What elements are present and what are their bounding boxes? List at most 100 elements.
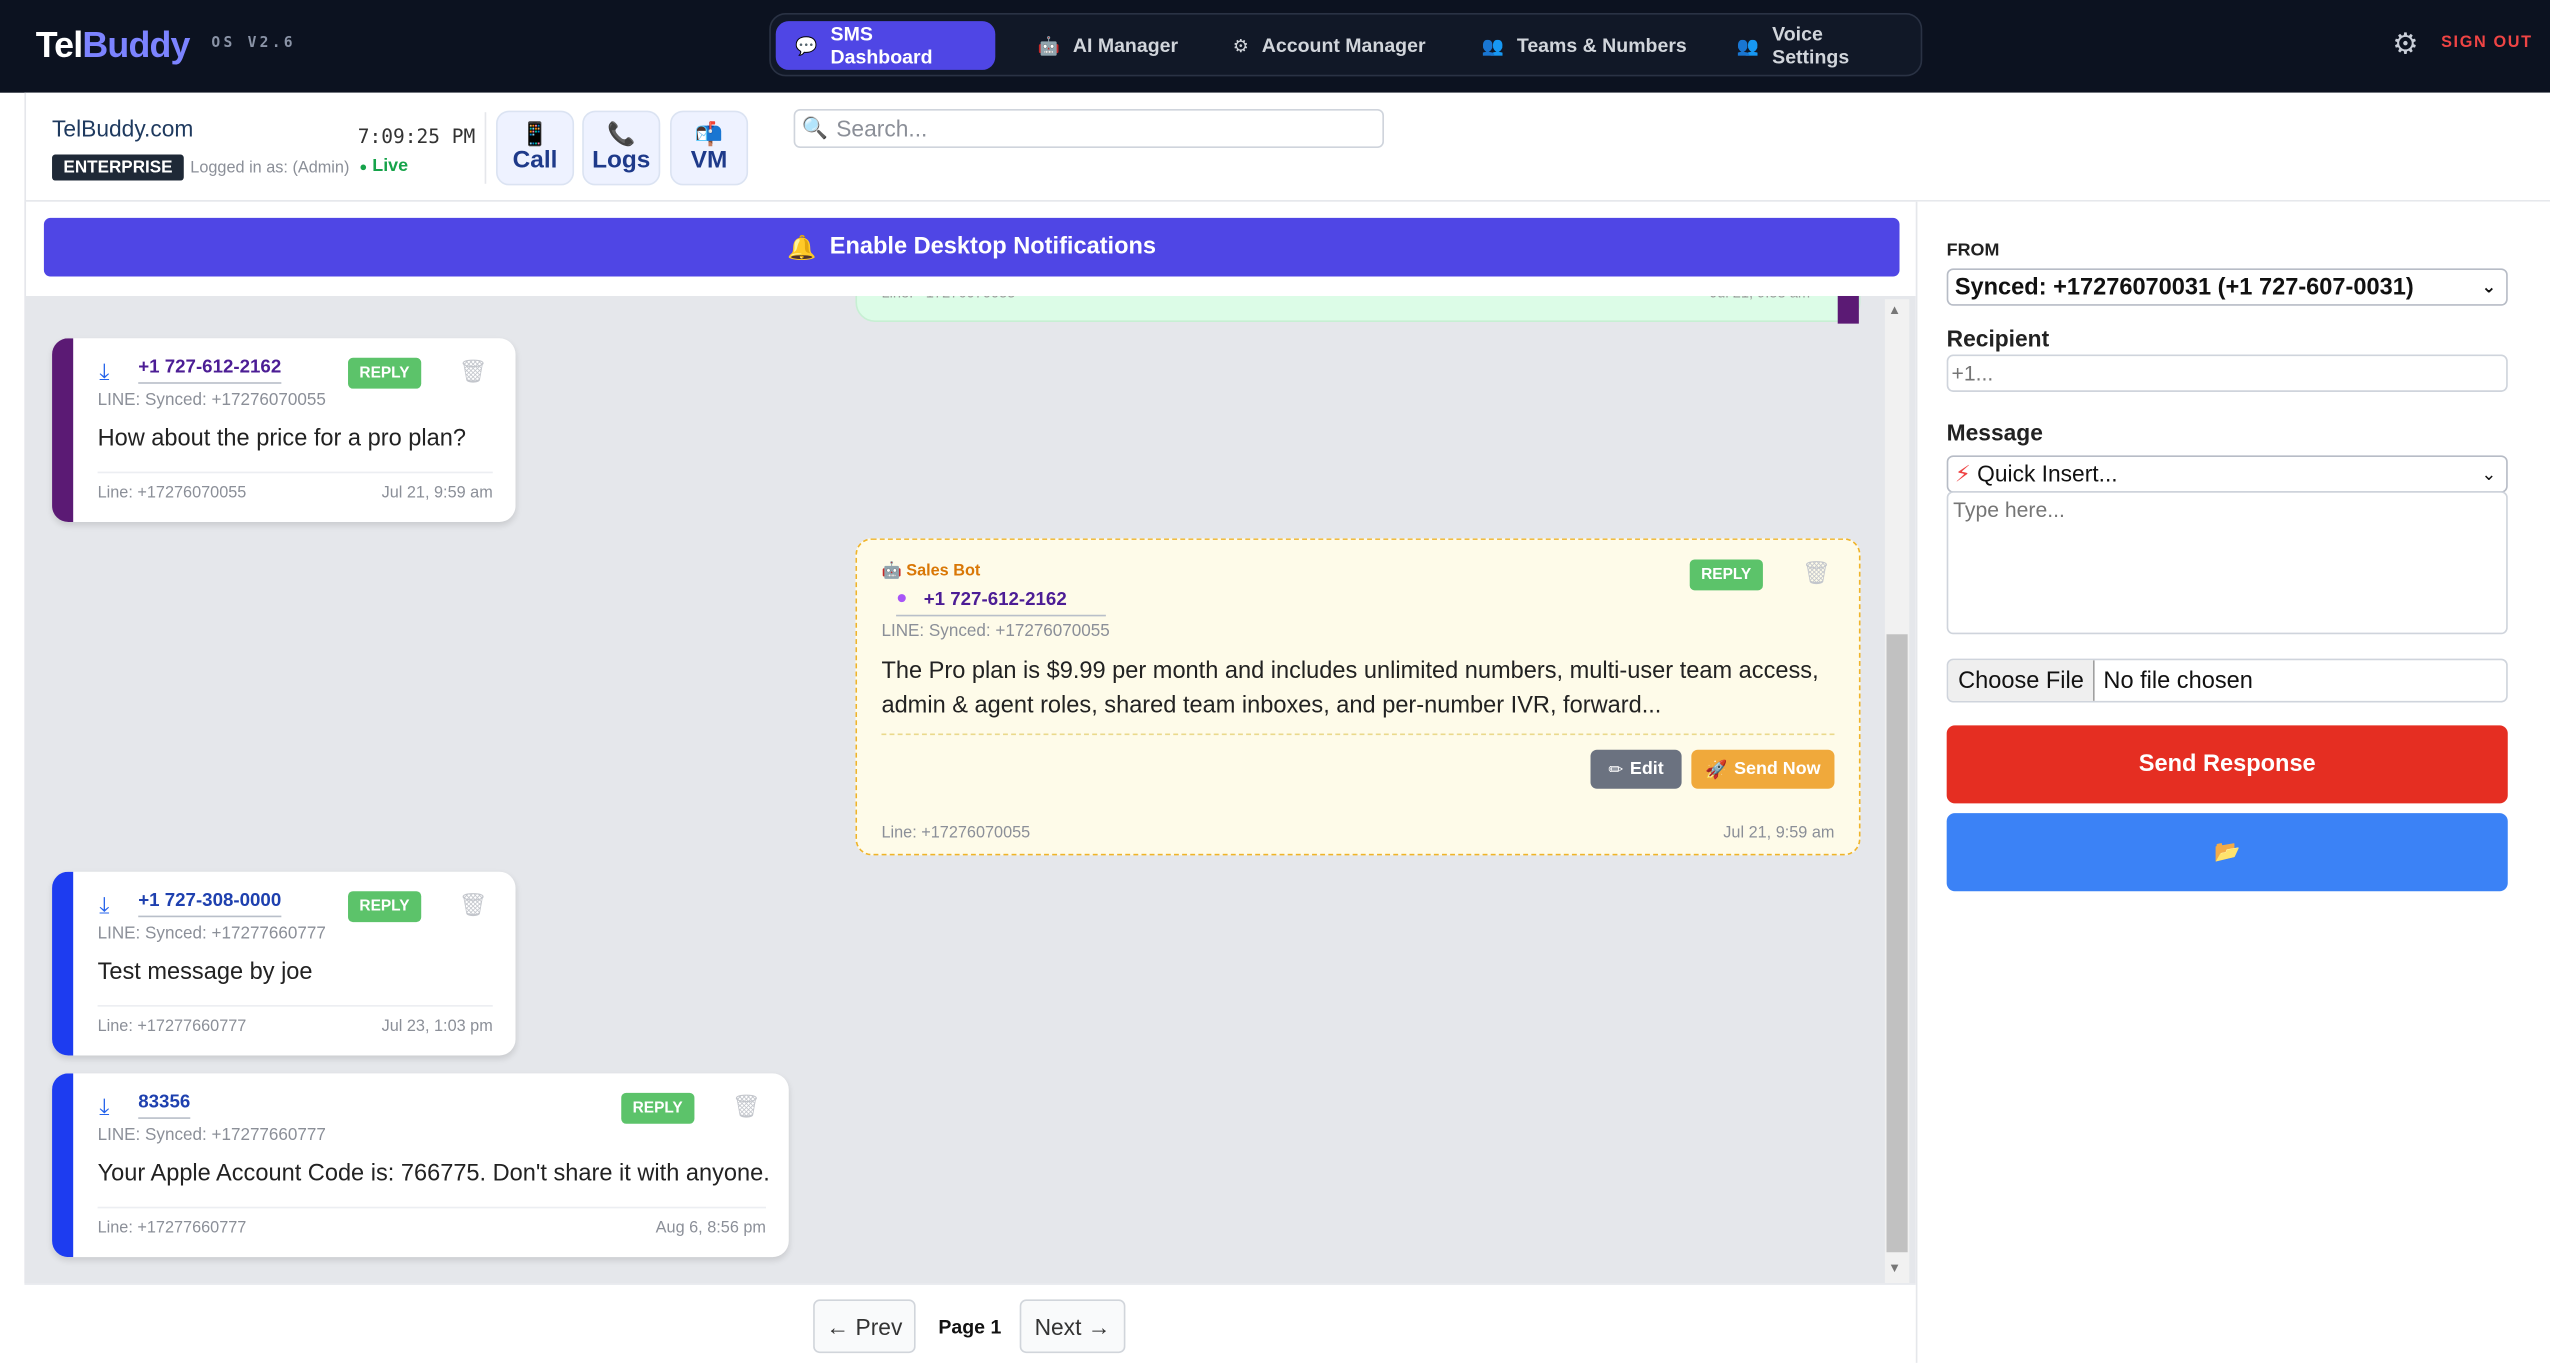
line-info: LINE: Synced: +17276070055 (97, 390, 326, 410)
version-label: OS V2.6 (211, 35, 296, 53)
nav-teams-numbers[interactable]: 👥 Teams & Numbers (1462, 21, 1706, 70)
scroll-up-icon[interactable]: ▲ (1888, 302, 1901, 317)
message-card[interactable]: ⤓ 83356 REPLY 🗑 LINE: Synced: +172776607… (52, 1073, 789, 1258)
search-box: 🔍 (793, 108, 1384, 148)
phone-device-icon: 📱 (520, 119, 550, 146)
trash-icon[interactable]: 🗑 (732, 1093, 761, 1121)
reply-button[interactable]: REPLY (348, 357, 421, 389)
chevron-down-icon: ⌄ (2481, 278, 2497, 298)
quick-insert-label: Quick Insert... (1977, 460, 2118, 487)
ghost-stripe (1837, 294, 1859, 324)
robot-icon: 🤖 (1037, 36, 1060, 57)
sign-out-button[interactable]: SIGN OUT (2441, 34, 2533, 52)
bot-number-text: +1 727-612-2162 (923, 590, 1067, 610)
footer-time: Jul 21, 9:59 am (381, 484, 493, 503)
message-feed[interactable]: Line: +17276070055 Jul 21, 9:58 am 🔔 Ena… (24, 201, 1916, 1284)
message-text: Test message by joe (97, 959, 313, 986)
lightning-icon: ⚡ (1954, 460, 1971, 487)
bot-avatar-icon: ● (896, 588, 908, 609)
reply-button[interactable]: REPLY (1689, 559, 1763, 591)
footer-line: Line: +17276070055 (97, 484, 247, 503)
card-footer: Line: +17277660777 Aug 6, 8:56 pm (97, 1206, 766, 1238)
next-page-button[interactable]: Next → (1019, 1299, 1126, 1354)
bot-label: 🤖 Sales Bot (881, 563, 980, 581)
nav-sms-dashboard[interactable]: 💬 SMS Dashboard (775, 21, 996, 70)
choose-file-button[interactable]: Choose File (1948, 660, 2096, 701)
app-logo[interactable]: TelBuddy (35, 24, 191, 66)
mailbox-icon: 📬 (694, 119, 724, 146)
from-select[interactable]: Synced: +17276070031 (+1 727-607-0031) ⌄ (1946, 268, 2508, 306)
card-stripe (52, 338, 74, 523)
logo-tel: Tel (35, 24, 83, 66)
inbound-arrow-icon: ⤓ (99, 1092, 110, 1119)
enable-notifications-button[interactable]: 🔔 Enable Desktop Notifications (43, 217, 1900, 277)
bot-draft-card[interactable]: 🤖 Sales Bot ● +1 727-612-2162 REPLY 🗑 LIN… (855, 538, 1861, 856)
recipient-input[interactable] (1946, 354, 2508, 392)
footer-line: Line: +17276070055 (881, 824, 1031, 843)
file-status: No file chosen (2103, 667, 2253, 694)
card-footer: Line: +17276070055 Jul 21, 9:59 am (97, 471, 493, 503)
message-card[interactable]: ⤓ +1 727-612-2162 REPLY 🗑 LINE: Synced: … (52, 338, 516, 523)
message-textarea[interactable] (1946, 491, 2508, 635)
robot-icon: 🤖 (881, 562, 902, 581)
sender-number[interactable]: 83356 (138, 1093, 191, 1119)
call-button[interactable]: 📱 Call (496, 110, 575, 186)
card-footer: Line: +17276070055 Jul 21, 9:59 am (881, 825, 1834, 843)
message-text: How about the price for a pro plan? (97, 426, 466, 453)
card-footer: Line: +17277660777 Jul 23, 1:03 pm (97, 1005, 493, 1036)
edit-button[interactable]: ✏ Edit (1590, 749, 1682, 789)
divider (484, 112, 487, 184)
search-input[interactable] (836, 115, 1357, 142)
footer-time: Aug 6, 8:56 pm (655, 1219, 766, 1238)
settings-gear-icon[interactable]: ⚙ (2392, 28, 2418, 62)
prev-page-button[interactable]: ← Prev (813, 1299, 916, 1354)
card-stripe (52, 871, 74, 1056)
inbound-arrow-icon: ⤓ (99, 357, 110, 384)
bell-icon: 🔔 (787, 235, 817, 262)
chevron-down-icon: ⌄ (2481, 465, 2497, 485)
sender-number[interactable]: +1 727-308-0000 (138, 891, 282, 918)
nav-ai-manager[interactable]: 🤖 AI Manager (1018, 21, 1198, 70)
live-label: Live (372, 156, 409, 176)
logs-button[interactable]: 📞 Logs (582, 110, 661, 186)
nav-voice-settings[interactable]: 👥 Voice Settings (1717, 21, 1920, 70)
folder-icon: 📂 (2214, 839, 2241, 864)
trash-icon[interactable]: 🗑 (1802, 559, 1831, 587)
sub-header: TelBuddy.com 7:09:25 PM ENTERPRISE Logge… (24, 92, 2550, 202)
line-info: LINE: Synced: +17277660777 (97, 923, 326, 944)
site-name: TelBuddy.com (52, 115, 194, 142)
nav-label: Account Manager (1261, 34, 1426, 57)
quick-insert-select[interactable]: ⚡ Quick Insert... ⌄ (1946, 455, 2508, 493)
scrollbar-thumb[interactable] (1886, 634, 1908, 1253)
trash-icon[interactable]: 🗑 (459, 358, 488, 386)
templates-button[interactable]: 📂 (1946, 813, 2508, 892)
main-nav: 💬 SMS Dashboard 🤖 AI Manager ⚙ Account Mana… (769, 13, 1923, 77)
divider (881, 733, 1835, 736)
bot-message-text: The Pro plan is $9.99 per month and incl… (881, 658, 1819, 719)
scroll-down-icon[interactable]: ▼ (1888, 1260, 1901, 1275)
send-response-button[interactable]: Send Response (1946, 725, 2508, 804)
plan-badge: ENTERPRISE (52, 154, 184, 181)
nav-label: AI Manager (1072, 34, 1179, 57)
reply-button[interactable]: REPLY (621, 1092, 695, 1124)
nav-account-manager[interactable]: ⚙ Account Manager (1213, 21, 1445, 70)
chat-icon: 💬 (795, 36, 818, 57)
recipient-label: Recipient (1946, 325, 2050, 352)
vm-button[interactable]: 📬 VM (670, 110, 749, 186)
logo-buddy: Buddy (82, 24, 190, 66)
bot-number[interactable]: ● +1 727-612-2162 (896, 588, 1106, 617)
people-icon: 👥 (1736, 36, 1760, 57)
nav-label: Teams & Numbers (1516, 34, 1687, 57)
bot-name: Sales Bot (906, 562, 981, 581)
reply-button[interactable]: REPLY (348, 891, 421, 923)
file-input[interactable]: Choose File No file chosen (1946, 658, 2508, 703)
message-card[interactable]: ⤓ +1 727-308-0000 REPLY 🗑 LINE: Synced: … (52, 871, 516, 1056)
footer-line: Line: +17277660777 (97, 1018, 247, 1036)
sender-number[interactable]: +1 727-612-2162 (138, 358, 282, 384)
gear-icon: ⚙ (1232, 36, 1249, 57)
send-now-button[interactable]: 🚀 Send Now (1691, 749, 1835, 789)
card-stripe (52, 1073, 74, 1258)
search-icon: 🔍 (801, 115, 829, 140)
trash-icon[interactable]: 🗑 (459, 891, 488, 919)
app-stage: TelBuddy OS V2.6 💬 SMS Dashboard 🤖 AI Mana… (0, 0, 2550, 1363)
